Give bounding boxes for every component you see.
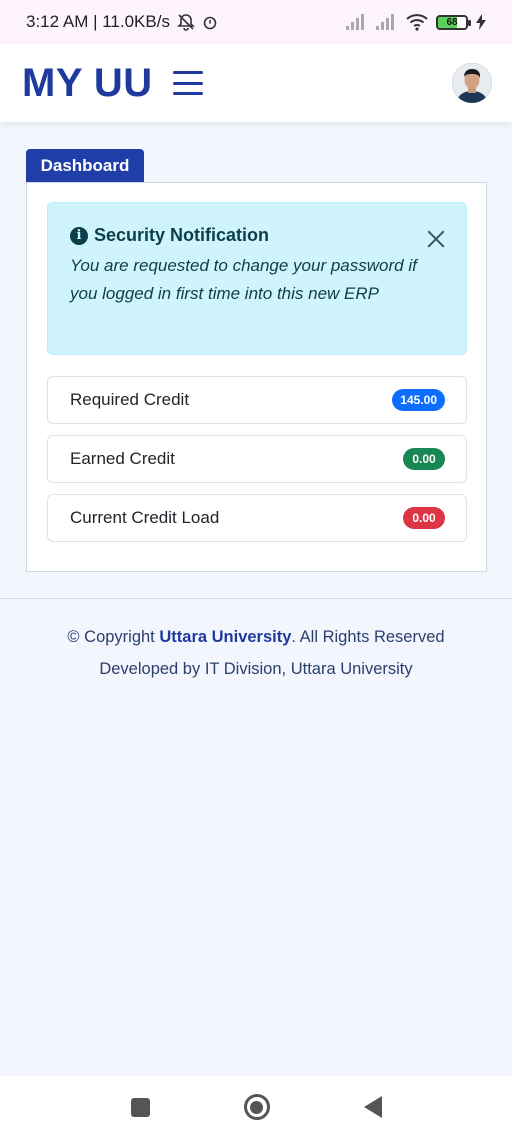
security-alert: i Security Notification You are requeste… — [47, 202, 467, 355]
system-nav-bar — [0, 1076, 512, 1138]
user-photo-icon — [452, 63, 492, 103]
alarm-icon — [203, 16, 217, 30]
status-right: 68 — [346, 13, 486, 31]
list-item-label: Required Credit — [70, 390, 190, 409]
list-item-required-credit: Required Credit 145.00 — [47, 376, 467, 424]
developed-by: Developed by IT Division, Uttara Univers… — [99, 660, 413, 678]
info-icon: i — [70, 226, 88, 245]
alert-message: You are requested to change your passwor… — [70, 256, 417, 303]
status-left: 3:12 AM | 11.0KB/s — [26, 12, 218, 32]
alert-title-text: Security Notification — [94, 225, 270, 245]
charging-icon — [476, 14, 486, 30]
avatar[interactable] — [452, 63, 492, 103]
battery-level: 68 — [446, 16, 458, 28]
tab-dashboard[interactable]: Dashboard — [26, 149, 144, 183]
back-icon[interactable] — [363, 1096, 382, 1118]
required-credit-badge: 145.00 — [392, 389, 445, 411]
app-header: MY UU — [0, 44, 512, 122]
list-item-label: Earned Credit — [70, 449, 175, 468]
copyright-line: © Copyright Uttara University. All Right… — [0, 624, 512, 656]
list-item-current-credit-load: Current Credit Load 0.00 — [47, 494, 467, 542]
home-icon[interactable] — [243, 1094, 270, 1120]
dashboard-card: i Security Notification You are requeste… — [26, 182, 487, 572]
mute-notification-icon — [177, 14, 195, 31]
earned-credit-badge: 0.00 — [403, 448, 445, 470]
footer: © Copyright Uttara University. All Right… — [0, 624, 512, 688]
university-link[interactable]: Uttara University — [159, 628, 291, 646]
status-bar: 3:12 AM | 11.0KB/s 68 — [0, 0, 512, 44]
close-icon[interactable] — [426, 229, 446, 249]
list-item-earned-credit: Earned Credit 0.00 — [47, 435, 467, 483]
battery-icon: 68 — [436, 14, 471, 30]
recent-apps-icon[interactable] — [130, 1097, 150, 1117]
footer-divider — [0, 598, 512, 599]
wifi-icon — [406, 14, 428, 31]
list-item-label: Current Credit Load — [70, 508, 220, 527]
rights-text: . All Rights Reserved — [291, 628, 445, 646]
copyright-prefix: © Copyright — [67, 628, 155, 646]
status-time-speed: 3:12 AM | 11.0KB/s — [26, 12, 170, 31]
signal-1-icon — [346, 14, 368, 30]
menu-toggle-icon[interactable] — [172, 71, 203, 95]
alert-title: i Security Notification — [70, 225, 444, 246]
signal-2-icon — [376, 14, 398, 30]
current-credit-load-badge: 0.00 — [403, 507, 445, 529]
brand-logo[interactable]: MY UU — [22, 61, 153, 106]
